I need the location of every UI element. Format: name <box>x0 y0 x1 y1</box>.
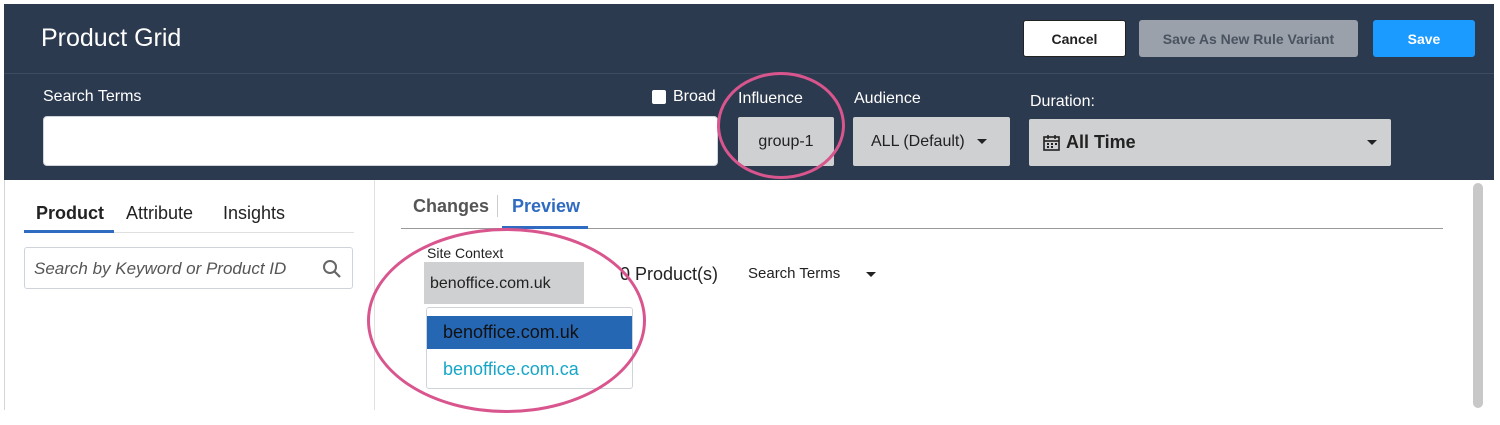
tab-changes[interactable]: Changes <box>413 196 489 217</box>
site-context-dropdown: benoffice.com.uk benoffice.com.ca <box>426 307 633 389</box>
duration-value: All Time <box>1066 132 1136 152</box>
search-icon[interactable] <box>322 259 342 279</box>
audience-value: ALL (Default) <box>871 132 965 150</box>
site-option-ca[interactable]: benoffice.com.ca <box>427 353 632 386</box>
duration-select[interactable]: All Time <box>1029 119 1391 166</box>
left-panel: Product Attribute Insights Search by Key… <box>4 180 375 410</box>
chevron-down-icon <box>866 271 877 277</box>
header-bar: Product Grid Cancel Save As New Rule Var… <box>4 4 1494 180</box>
duration-label: Duration: <box>1030 93 1095 110</box>
influence-label: Influence <box>738 90 803 107</box>
broad-checkbox[interactable] <box>652 90 666 104</box>
search-terms-label: Search Terms <box>43 88 142 105</box>
audience-select[interactable]: ALL (Default) <box>853 117 1010 166</box>
audience-label: Audience <box>854 90 921 107</box>
cancel-button[interactable]: Cancel <box>1023 20 1126 57</box>
tab-attribute[interactable]: Attribute <box>126 203 193 224</box>
chevron-down-icon <box>976 139 987 144</box>
influence-select[interactable]: group-1 <box>738 117 834 166</box>
header-divider <box>4 73 1494 74</box>
sort-by-select[interactable]: Search Terms <box>748 265 877 282</box>
broad-label: Broad <box>673 88 716 105</box>
influence-value: group-1 <box>758 132 814 150</box>
page-title: Product Grid <box>41 24 182 52</box>
tab-separator <box>497 195 498 217</box>
tab-insights[interactable]: Insights <box>223 203 285 224</box>
tab-product[interactable]: Product <box>36 203 104 224</box>
site-context-label: Site Context <box>427 245 504 261</box>
sort-by-value: Search Terms <box>748 265 841 282</box>
chevron-down-icon <box>1367 140 1377 145</box>
product-count: 0 Product(s) <box>620 264 719 284</box>
active-tab-indicator <box>24 230 114 233</box>
site-context-select[interactable]: benoffice.com.uk <box>424 262 584 304</box>
site-option-uk[interactable]: benoffice.com.uk <box>427 316 632 349</box>
keyword-search-placeholder: Search by Keyword or Product ID <box>34 259 287 278</box>
site-context-value: benoffice.com.uk <box>430 275 551 292</box>
active-subtab-indicator <box>502 226 588 229</box>
save-button[interactable]: Save <box>1373 20 1475 57</box>
keyword-search-input[interactable]: Search by Keyword or Product ID <box>24 247 353 289</box>
scrollbar[interactable] <box>1473 183 1483 408</box>
save-as-new-rule-variant-button[interactable]: Save As New Rule Variant <box>1139 20 1358 57</box>
calendar-icon <box>1043 135 1060 151</box>
search-terms-input[interactable] <box>43 116 718 166</box>
tab-preview[interactable]: Preview <box>512 196 580 217</box>
